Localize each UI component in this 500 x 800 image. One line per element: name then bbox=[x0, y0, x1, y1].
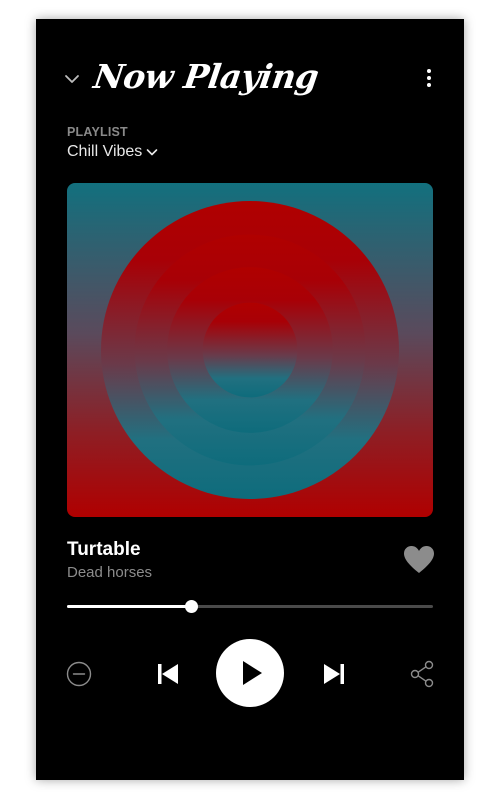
progress-thumb[interactable] bbox=[184, 600, 198, 613]
more-vertical-icon[interactable] bbox=[419, 65, 439, 91]
heart-icon[interactable] bbox=[403, 545, 435, 575]
playlist-selector[interactable]: Chill Vibes bbox=[67, 143, 158, 161]
album-art bbox=[67, 183, 433, 517]
page-title: Now Playing bbox=[91, 57, 321, 96]
play-icon bbox=[243, 661, 262, 685]
playlist-label: PLAYLIST bbox=[67, 125, 128, 139]
play-button[interactable] bbox=[216, 639, 284, 707]
skip-next-icon[interactable] bbox=[322, 662, 346, 686]
chevron-down-icon bbox=[146, 149, 158, 156]
track-title: Turtable bbox=[67, 539, 141, 560]
progress-bar[interactable] bbox=[67, 600, 433, 613]
header: Now Playing bbox=[36, 57, 464, 123]
minus-circle-icon[interactable] bbox=[66, 661, 92, 687]
playlist-name: Chill Vibes bbox=[67, 143, 143, 160]
progress-fill bbox=[67, 605, 192, 608]
skip-previous-icon[interactable] bbox=[156, 662, 180, 686]
player-screen: Now Playing PLAYLIST Chill Vibes Turtabl… bbox=[36, 19, 464, 780]
chevron-down-icon[interactable] bbox=[64, 71, 80, 87]
track-artist: Dead horses bbox=[67, 564, 153, 581]
share-icon[interactable] bbox=[409, 660, 435, 688]
